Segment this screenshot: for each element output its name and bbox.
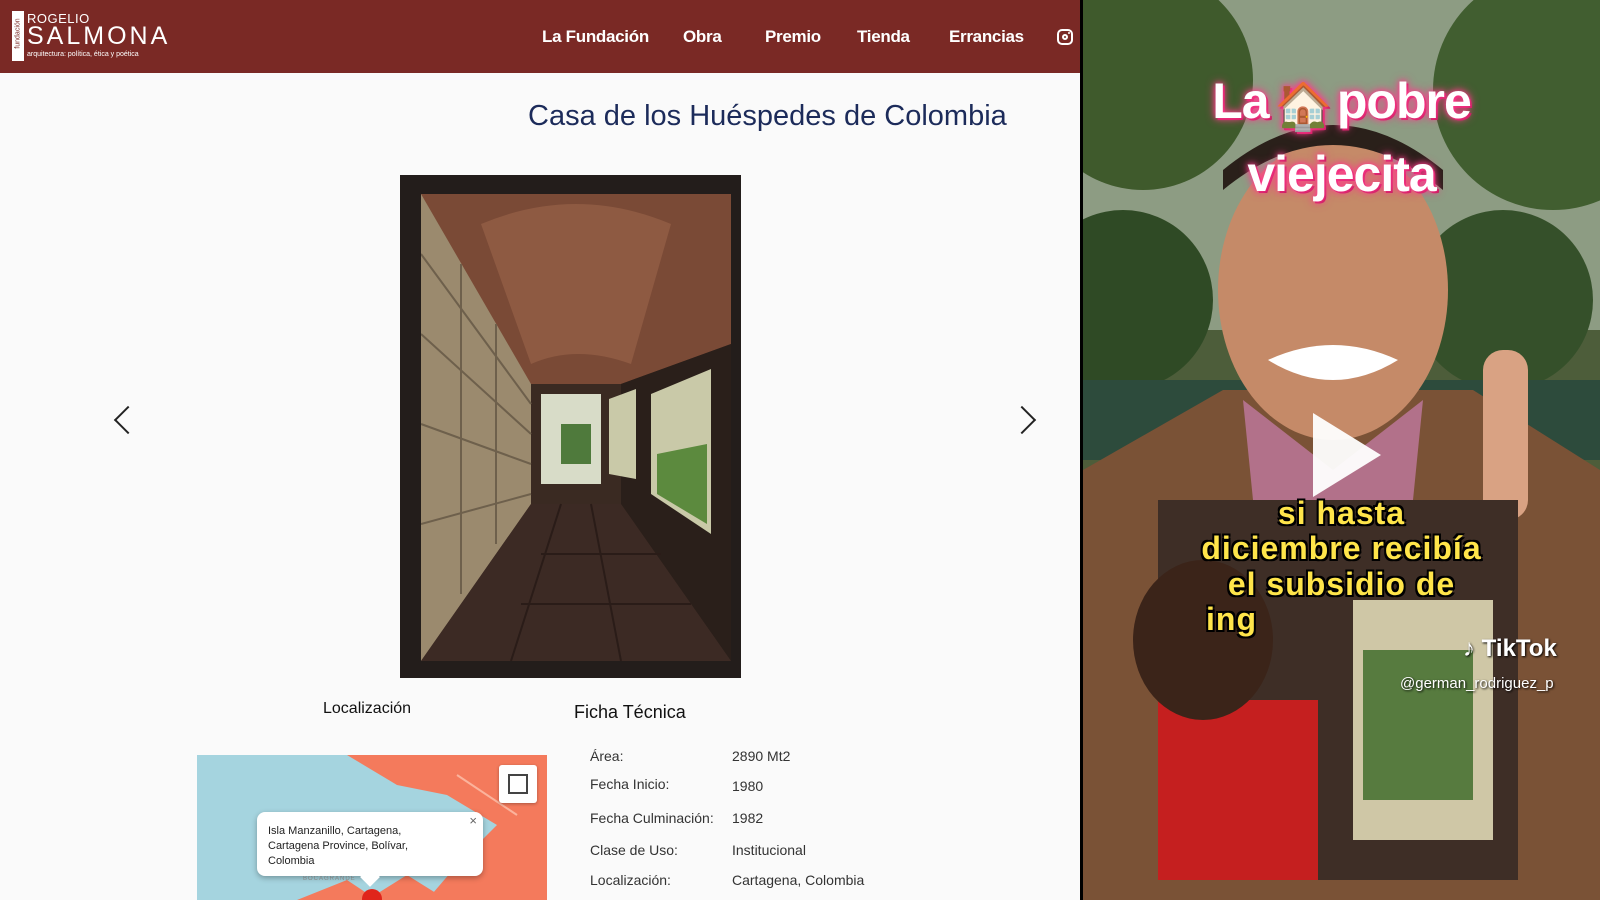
nav-premio[interactable]: Premio <box>765 27 821 47</box>
next-arrow-icon[interactable] <box>1007 405 1037 435</box>
tiktok-logo: ♪ TikTok <box>1463 635 1557 663</box>
spec-key: Fecha Inicio: <box>590 776 670 792</box>
location-map[interactable]: BOCAGRANDE Isla Manzanillo, Cartagena, C… <box>197 755 547 900</box>
spec-value: 1980 <box>732 778 764 794</box>
close-icon[interactable]: × <box>469 813 477 828</box>
map-popup-text: Isla Manzanillo, Cartagena, Cartagena Pr… <box>268 825 409 867</box>
instagram-icon[interactable] <box>1057 29 1073 45</box>
map-popup: Isla Manzanillo, Cartagena, Cartagena Pr… <box>257 812 483 876</box>
spec-value: 1982 <box>732 810 764 826</box>
nav-tienda[interactable]: Tienda <box>857 27 910 47</box>
site-logo[interactable]: fundación ROGELIO SALMONA arquitectura: … <box>12 11 184 61</box>
tiktok-username[interactable]: @german_rodriguez_p <box>1400 675 1554 692</box>
tiktok-label: TikTok <box>1481 635 1557 662</box>
logo-line2: SALMONA <box>27 22 171 50</box>
tiktok-video[interactable]: La 🏠 pobre viejecita si hasta diciembre re… <box>1083 0 1600 900</box>
map-place-label: BOCAGRANDE <box>303 876 356 882</box>
spec-value: Cartagena, Colombia <box>732 872 865 888</box>
nav-obra[interactable]: Obra <box>683 27 722 47</box>
logo-vertical-text: fundación <box>14 18 22 49</box>
ficha-tecnica-heading: Ficha Técnica <box>574 702 686 722</box>
title-word: La <box>1212 73 1269 129</box>
top-navigation: fundación ROGELIO SALMONA arquitectura: … <box>0 0 1080 73</box>
map-pin-icon[interactable] <box>360 887 384 900</box>
fullscreen-icon[interactable] <box>499 765 537 803</box>
spec-key: Área: <box>590 748 624 764</box>
spec-value: Institucional <box>732 842 806 858</box>
localizacion-heading: Localización <box>323 700 412 717</box>
subtitle-line: si hasta <box>1277 495 1406 531</box>
video-title-line1: La 🏠 pobre <box>1083 72 1600 134</box>
nav-la-fundacion[interactable]: La Fundación <box>542 27 649 47</box>
title-word: pobre <box>1336 73 1472 129</box>
page-title: Casa de los Huéspedes de Colombia <box>528 100 1007 132</box>
subtitle-line: diciembre recibía <box>1201 530 1482 566</box>
salmona-website: fundación ROGELIO SALMONA arquitectura: … <box>0 0 1080 900</box>
tiktok-icon: ♪ <box>1463 635 1475 662</box>
play-icon[interactable] <box>1313 413 1381 497</box>
previous-arrow-icon[interactable] <box>113 405 143 435</box>
spec-value: 2890 Mt2 <box>732 748 791 764</box>
nav-errancias[interactable]: Errancias <box>949 27 1024 47</box>
spec-key: Fecha Culminación: <box>590 810 714 826</box>
subtitle-line: el subsidio de <box>1227 566 1456 602</box>
logo-tagline: arquitectura: política, ética y poética <box>27 51 139 58</box>
gallery-photo <box>400 175 741 678</box>
corridor-photo <box>421 194 731 661</box>
spec-key: Localización: <box>590 872 671 888</box>
subtitle-line: ing <box>1206 601 1257 637</box>
video-title-line2: viejecita <box>1247 146 1436 202</box>
spec-key: Clase de Uso: <box>590 842 678 858</box>
house-icon: 🏠 <box>1274 80 1332 132</box>
logo-strip: fundación <box>12 11 24 61</box>
